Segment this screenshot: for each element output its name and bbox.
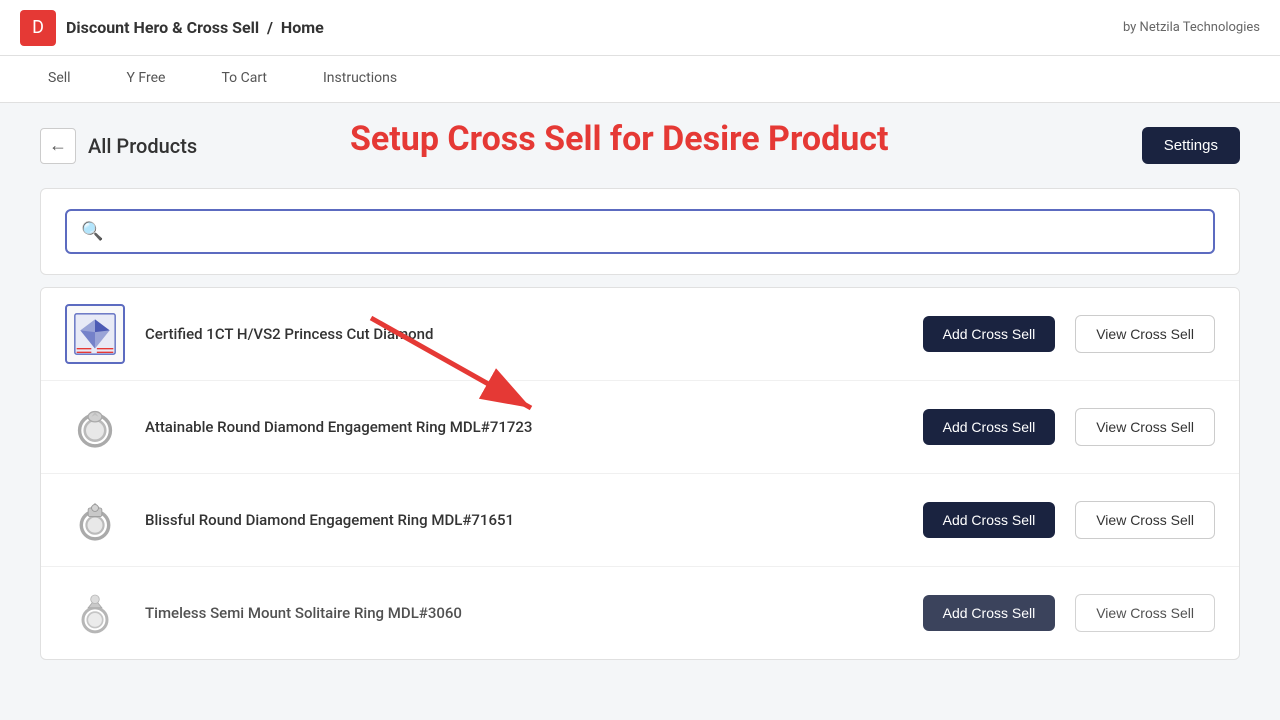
nav-tab-sell[interactable]: Sell xyxy=(20,56,99,102)
back-button[interactable]: ← xyxy=(40,128,76,164)
view-cross-sell-button[interactable]: View Cross Sell xyxy=(1075,315,1215,353)
add-cross-sell-button[interactable]: Add Cross Sell xyxy=(923,316,1056,352)
product-thumbnail xyxy=(65,397,125,457)
nav-tab-instructions[interactable]: Instructions xyxy=(295,56,425,102)
logo-icon: D xyxy=(20,10,56,46)
product-name: Timeless Semi Mount Solitaire Ring MDL#3… xyxy=(145,604,903,622)
brand-credit: by Netzila Technologies xyxy=(1123,20,1260,35)
product-image-ring3 xyxy=(71,589,119,637)
product-thumbnail xyxy=(65,304,125,364)
search-icon: 🔍 xyxy=(81,221,103,242)
add-cross-sell-button[interactable]: Add Cross Sell xyxy=(923,595,1056,631)
product-row: Blissful Round Diamond Engagement Ring M… xyxy=(41,474,1239,567)
header: D Discount Hero & Cross Sell / Home by N… xyxy=(0,0,1280,56)
products-list: Certified 1CT H/VS2 Princess Cut Diamond… xyxy=(40,287,1240,660)
product-name: Blissful Round Diamond Engagement Ring M… xyxy=(145,511,903,529)
add-cross-sell-button[interactable]: Add Cross Sell xyxy=(923,502,1056,538)
search-input[interactable] xyxy=(113,223,1199,241)
nav-tab-yfree[interactable]: Y Free xyxy=(99,56,194,102)
main-content: ← All Products Setup Cross Sell for Desi… xyxy=(0,103,1280,684)
product-thumbnail xyxy=(65,490,125,550)
view-cross-sell-button[interactable]: View Cross Sell xyxy=(1075,408,1215,446)
cross-sell-headline: Setup Cross Sell for Desire Product xyxy=(350,119,889,159)
search-container: 🔍 xyxy=(40,188,1240,275)
nav-tab-tocart[interactable]: To Cart xyxy=(193,56,295,102)
product-row: Certified 1CT H/VS2 Princess Cut Diamond… xyxy=(41,288,1239,381)
page-title: All Products xyxy=(88,134,197,158)
app-name: Discount Hero & Cross Sell / Home xyxy=(66,18,324,37)
view-cross-sell-button[interactable]: View Cross Sell xyxy=(1075,594,1215,632)
app-logo: D Discount Hero & Cross Sell / Home xyxy=(20,10,324,46)
product-thumbnail xyxy=(65,583,125,643)
nav-tabs: Sell Y Free To Cart Instructions xyxy=(0,56,1280,103)
product-image-ring1 xyxy=(71,403,119,451)
add-cross-sell-button[interactable]: Add Cross Sell xyxy=(923,409,1056,445)
product-image-diamond xyxy=(73,312,117,356)
view-cross-sell-button[interactable]: View Cross Sell xyxy=(1075,501,1215,539)
product-image-ring2 xyxy=(71,496,119,544)
product-name: Attainable Round Diamond Engagement Ring… xyxy=(145,418,903,436)
search-box: 🔍 xyxy=(65,209,1215,254)
settings-button[interactable]: Settings xyxy=(1142,127,1240,164)
product-name: Certified 1CT H/VS2 Princess Cut Diamond xyxy=(145,325,903,343)
page-header: ← All Products Setup Cross Sell for Desi… xyxy=(40,127,1240,164)
product-row: Timeless Semi Mount Solitaire Ring MDL#3… xyxy=(41,567,1239,659)
product-row: Attainable Round Diamond Engagement Ring… xyxy=(41,381,1239,474)
